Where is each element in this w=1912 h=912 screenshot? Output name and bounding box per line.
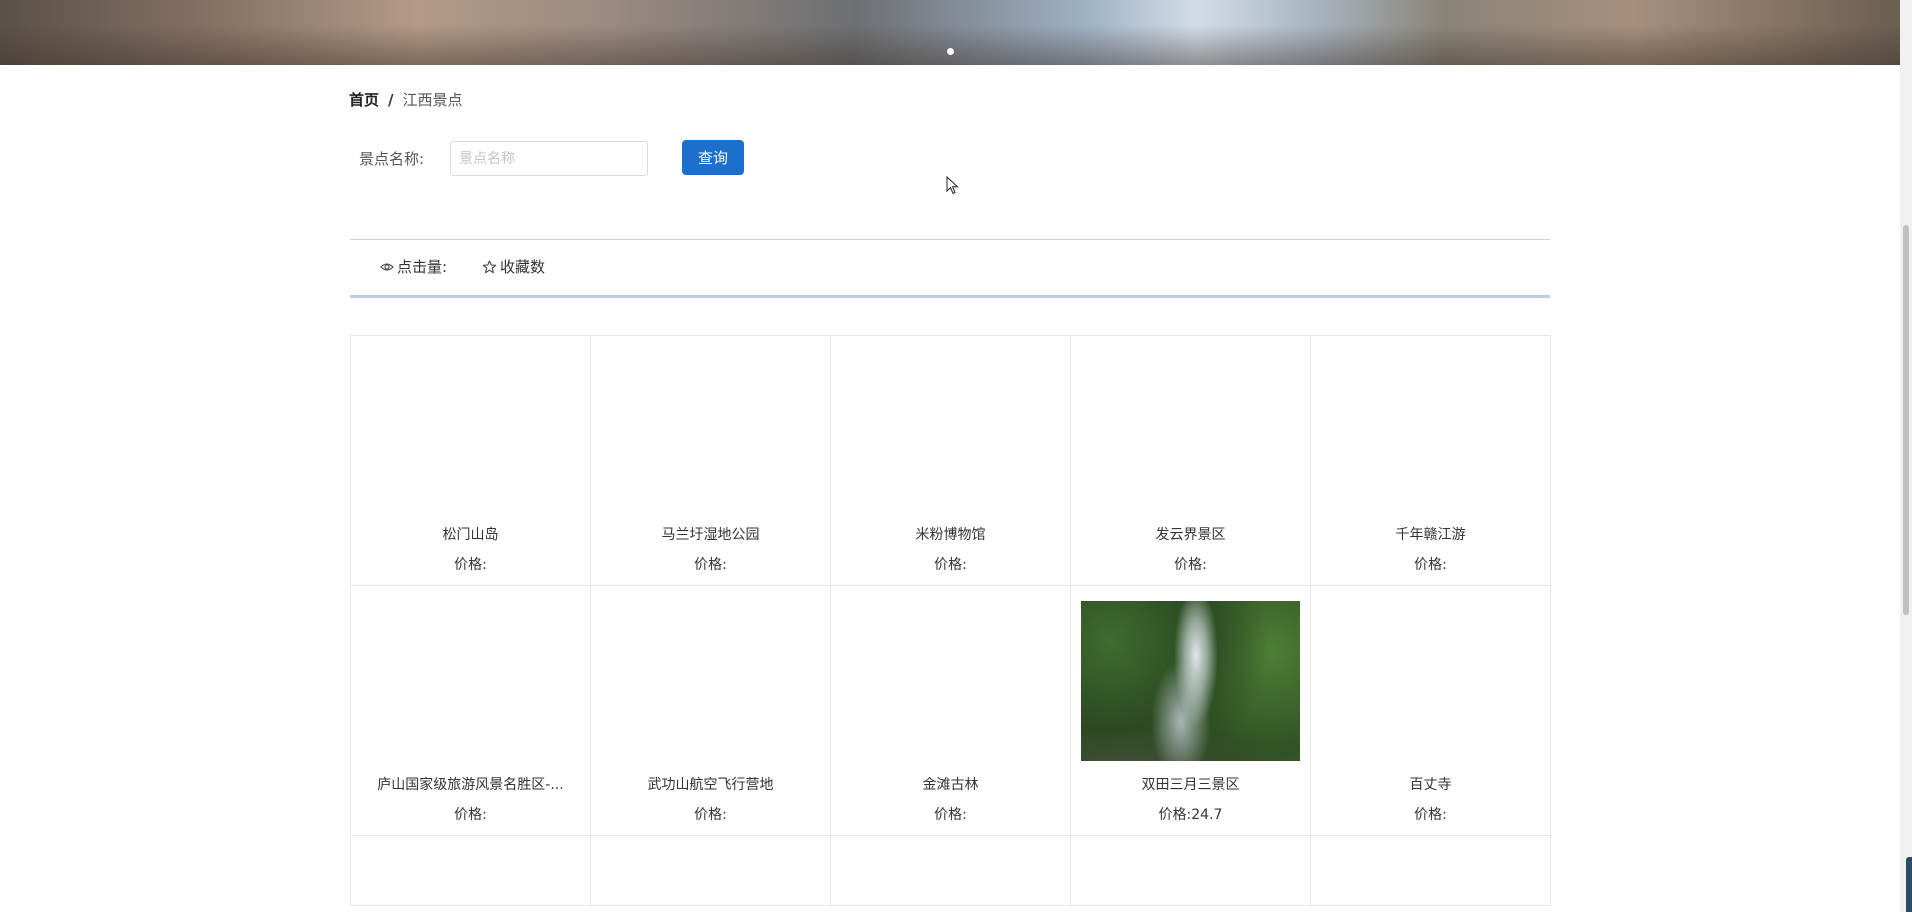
sort-clicks-label: 点击量: (397, 258, 448, 276)
attraction-name[interactable]: 百丈寺 (1311, 774, 1550, 794)
attraction-price: 价格: (1414, 557, 1447, 573)
attraction-price: 价格: (1174, 557, 1207, 573)
attraction-card[interactable] (591, 836, 831, 906)
star-icon (482, 259, 497, 273)
attraction-image[interactable] (841, 601, 1060, 761)
attraction-price: 价格:24.7 (1158, 807, 1223, 823)
hero-banner-carousel (0, 0, 1900, 65)
sort-by-favorites[interactable]: 收藏数 (482, 256, 545, 277)
attraction-grid: 松门山岛 价格: 马兰圩湿地公园 价格: 米粉博物馆 价格: 发云界景区 价格:… (350, 335, 1551, 906)
attraction-name[interactable]: 米粉博物馆 (831, 524, 1070, 544)
attraction-card[interactable]: 马兰圩湿地公园 价格: (591, 336, 831, 586)
attraction-image[interactable] (1321, 351, 1540, 511)
attraction-name[interactable]: 金滩古林 (831, 774, 1070, 794)
floating-widget-edge[interactable] (1906, 857, 1912, 912)
attraction-card[interactable] (1071, 836, 1311, 906)
attraction-price: 价格: (694, 557, 727, 573)
attraction-card[interactable]: 千年赣江游 价格: (1311, 336, 1551, 586)
attraction-name[interactable]: 双田三月三景区 (1071, 774, 1310, 794)
banner-mountain-scene (0, 25, 1900, 65)
attraction-image[interactable] (601, 601, 820, 761)
attraction-card[interactable] (1311, 836, 1551, 906)
attraction-card[interactable]: 米粉博物馆 价格: (831, 336, 1071, 586)
attraction-card[interactable]: 松门山岛 价格: (351, 336, 591, 586)
attraction-card[interactable]: 金滩古林 价格: (831, 586, 1071, 836)
attraction-name[interactable]: 发云界景区 (1071, 524, 1310, 544)
sort-bar: 点击量: 收藏数 (350, 239, 1550, 298)
attraction-price: 价格: (934, 807, 967, 823)
attraction-price: 价格: (1414, 807, 1447, 823)
carousel-indicator-dot[interactable] (947, 48, 954, 55)
attraction-name[interactable]: 松门山岛 (351, 524, 590, 544)
attraction-image-waterfall[interactable] (1081, 601, 1300, 761)
attraction-price: 价格: (694, 807, 727, 823)
breadcrumb-home-link[interactable]: 首页 (349, 91, 379, 109)
attraction-image[interactable] (601, 351, 820, 511)
search-button[interactable]: 查询 (682, 140, 744, 175)
mouse-cursor-icon (946, 176, 959, 195)
eye-icon (380, 262, 394, 271)
page-scrollbar[interactable] (1900, 0, 1912, 912)
attraction-card[interactable] (351, 836, 591, 906)
attraction-card[interactable] (831, 836, 1071, 906)
search-input[interactable] (450, 141, 648, 176)
attraction-card[interactable]: 双田三月三景区 价格:24.7 (1071, 586, 1311, 836)
attraction-card[interactable]: 武功山航空飞行营地 价格: (591, 586, 831, 836)
attraction-image[interactable] (361, 351, 580, 511)
breadcrumb-current: 江西景点 (402, 91, 463, 109)
breadcrumb-separator: / (388, 91, 394, 109)
sort-favorites-label: 收藏数 (500, 258, 546, 276)
attraction-card[interactable]: 百丈寺 价格: (1311, 586, 1551, 836)
attraction-image[interactable] (361, 601, 580, 761)
search-label: 景点名称: (359, 150, 425, 168)
attraction-image[interactable] (1081, 351, 1300, 511)
attraction-name[interactable]: 武功山航空飞行营地 (591, 774, 830, 794)
attraction-name[interactable]: 马兰圩湿地公园 (591, 524, 830, 544)
attraction-image[interactable] (1321, 601, 1540, 761)
attraction-card[interactable]: 庐山国家级旅游风景名胜区-... 价格: (351, 586, 591, 836)
attraction-image[interactable] (841, 351, 1060, 511)
attraction-name[interactable]: 千年赣江游 (1311, 524, 1550, 544)
attraction-name[interactable]: 庐山国家级旅游风景名胜区-... (351, 774, 590, 794)
attraction-price: 价格: (454, 557, 487, 573)
scrollbar-thumb[interactable] (1903, 225, 1909, 615)
attraction-price: 价格: (934, 557, 967, 573)
attraction-card[interactable]: 发云界景区 价格: (1071, 336, 1311, 586)
breadcrumb: 首页 / 江西景点 (349, 89, 463, 110)
attraction-price: 价格: (454, 807, 487, 823)
sort-by-clicks[interactable]: 点击量: (380, 256, 447, 277)
